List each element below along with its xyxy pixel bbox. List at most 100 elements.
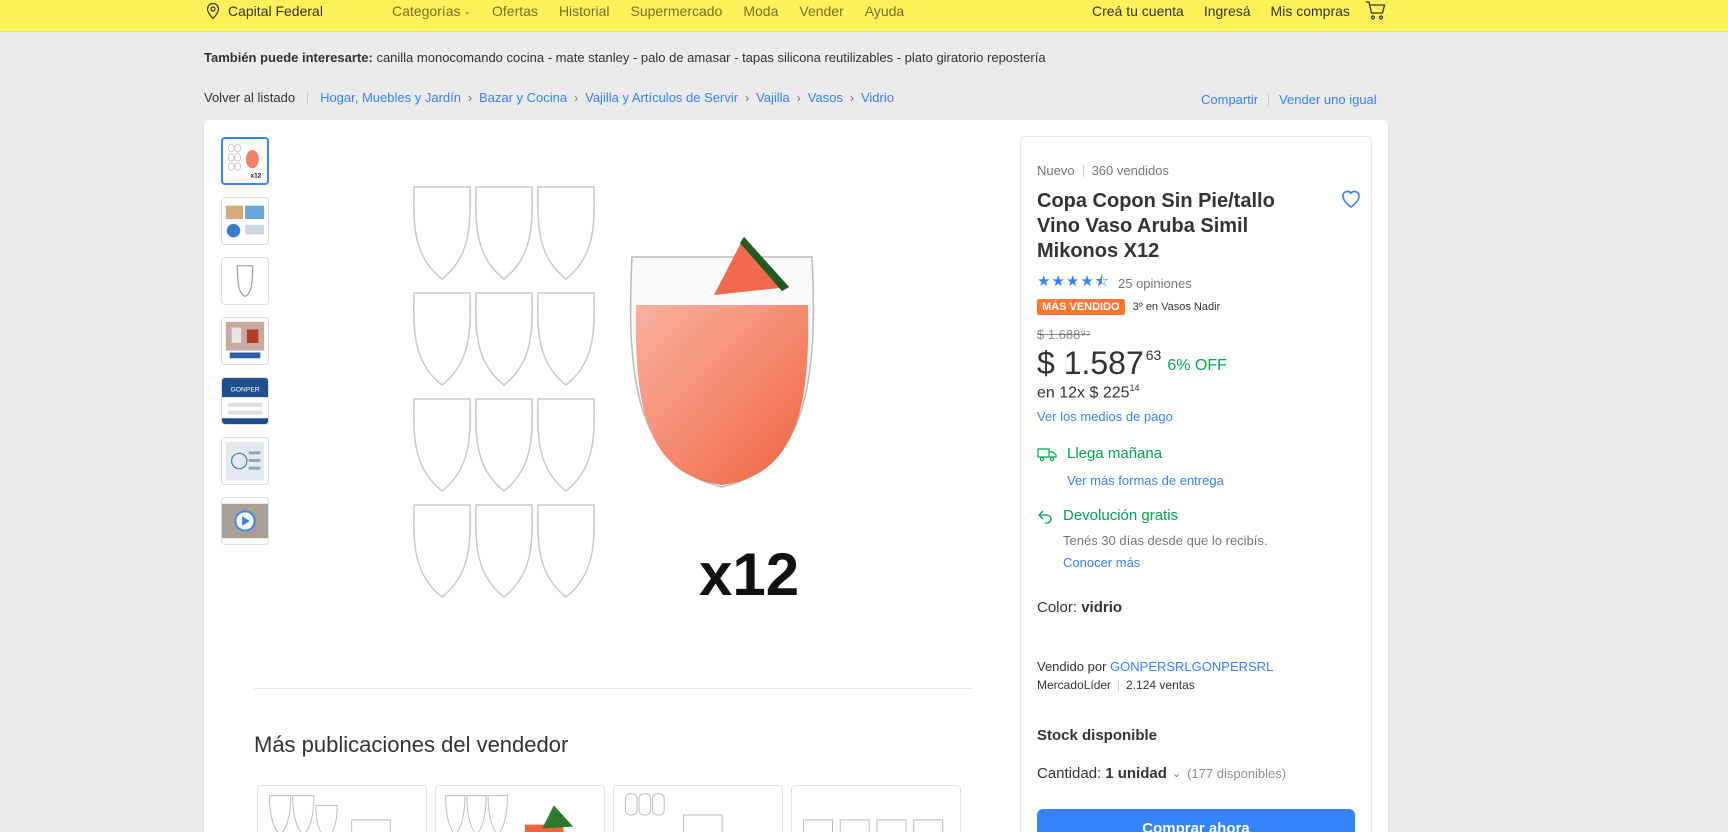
breadcrumb-item[interactable]: Hogar, Muebles y Jardín (320, 90, 461, 105)
main-product-image[interactable]: x12 (404, 185, 894, 605)
best-seller-badge: MÁS VENDIDO (1037, 299, 1125, 315)
current-price: $ 1.587 (1037, 345, 1144, 381)
divider (1118, 679, 1120, 691)
more-item-1[interactable] (257, 785, 427, 832)
discount-label: 6% OFF (1167, 357, 1227, 374)
stock-status: Stock disponible (1037, 727, 1158, 744)
nav-moda[interactable]: Moda (743, 1, 778, 21)
returns-learn-more-link[interactable]: Conocer más (1063, 555, 1140, 570)
nav-categorias[interactable]: Categorías ⌄ (392, 1, 471, 21)
returns-label: Devolución gratis (1063, 507, 1179, 524)
color-selector: Color: vidrio (1037, 599, 1122, 616)
chevron-right-icon: › (849, 90, 854, 105)
quantity-label: Cantidad: (1037, 765, 1102, 782)
sell-same-link[interactable]: Vender uno igual (1279, 92, 1377, 107)
share-actions: Compartir Vender uno igual (1201, 92, 1377, 107)
product-meta: Nuevo 360 vendidos (1037, 163, 1169, 178)
seller-reputation: MercadoLíder 2.124 ventas (1037, 678, 1195, 692)
svg-text:x12: x12 (251, 173, 262, 180)
returns-detail: Tenés 30 días desde que lo recibís. (1063, 533, 1268, 548)
divider (254, 688, 972, 689)
star-rating-icon: ★★★★⯪ (1037, 273, 1110, 290)
chevron-down-icon: ⌄ (1171, 768, 1182, 780)
shipping-info: Llega mañana (1037, 445, 1162, 462)
main-nav: Categorías ⌄ Ofertas Historial Supermerca… (392, 1, 904, 21)
nav-ayuda[interactable]: Ayuda (865, 1, 904, 21)
available-count: (177 disponibles) (1187, 766, 1287, 781)
payment-methods-link[interactable]: Ver los medios de pago (1037, 409, 1173, 424)
sold-count: 360 vendidos (1091, 163, 1169, 178)
price-row: $ 1.587 63 6% OFF (1037, 345, 1227, 381)
review-count: 25 opiniones (1118, 276, 1192, 291)
condition-label: Nuevo (1037, 163, 1075, 178)
thumbnail-4[interactable] (221, 317, 269, 365)
create-account-link[interactable]: Creá tu cuenta (1092, 3, 1184, 19)
my-purchases-link[interactable]: Mis compras (1271, 3, 1350, 19)
installments-cents: 14 (1129, 383, 1140, 393)
nav-label: Categorías (392, 3, 461, 19)
thumbnail-video[interactable] (221, 497, 269, 545)
breadcrumb-item[interactable]: Bazar y Cocina (479, 90, 567, 105)
svg-text:GONPER: GONPER (231, 386, 260, 393)
nav-vender[interactable]: Vender (799, 1, 843, 21)
more-from-seller-list (257, 785, 961, 832)
divider (1268, 92, 1270, 107)
more-item-3[interactable] (613, 785, 783, 832)
chevron-right-icon: › (467, 90, 472, 105)
seller-name-link[interactable]: GONPERSRLGONPERSRL (1110, 659, 1273, 674)
color-label: Color: (1037, 599, 1078, 616)
original-price: $ 1.688⁹⁷ (1037, 327, 1091, 342)
shipping-label: Llega mañana (1067, 445, 1163, 462)
location-pin-icon (206, 2, 220, 20)
thumbnail-3[interactable] (221, 257, 269, 305)
location-label: Capital Federal (228, 3, 323, 19)
return-arrow-icon (1038, 510, 1052, 524)
best-seller-row: MÁS VENDIDO 3º en Vasos Nadir (1037, 299, 1220, 315)
nav-historial[interactable]: Historial (559, 1, 610, 21)
share-link[interactable]: Compartir (1201, 92, 1258, 107)
chevron-right-icon: › (574, 90, 579, 105)
location-selector[interactable]: Capital Federal (204, 1, 323, 21)
seller-label: Vendido por (1037, 659, 1107, 674)
thumbnail-5[interactable]: GONPER (221, 377, 269, 425)
more-item-2[interactable] (435, 785, 605, 832)
chevron-right-icon: › (796, 90, 801, 105)
breadcrumb-item[interactable]: Vajilla (756, 90, 790, 105)
chevron-down-icon: ⌄ (463, 5, 472, 16)
quantity-selector[interactable]: Cantidad: 1 unidad ⌄ (177 disponibles) (1037, 765, 1286, 782)
buy-box: Nuevo 360 vendidos Copa Copon Sin Pie/ta… (1020, 136, 1372, 832)
seller-tier: MercadoLíder (1037, 678, 1112, 692)
breadcrumb-item[interactable]: Vasos (808, 90, 843, 105)
thumbnail-6[interactable] (221, 437, 269, 485)
login-link[interactable]: Ingresá (1204, 3, 1251, 19)
related-searches-label: También puede interesarte: (204, 50, 373, 65)
back-to-listing-link[interactable]: Volver al listado (204, 90, 295, 105)
color-value: vidrio (1081, 599, 1123, 616)
quantity-value: 1 unidad (1105, 765, 1167, 782)
installments-text: en 12x $ 225 (1037, 384, 1130, 402)
account-nav: Creá tu cuenta Ingresá Mis compras (1092, 1, 1350, 21)
divider (1082, 164, 1084, 177)
heart-icon[interactable] (1339, 187, 1363, 211)
breadcrumb: Volver al listado Hogar, Muebles y Jardí… (204, 90, 894, 105)
divider (307, 90, 309, 105)
rating[interactable]: ★★★★⯪ 25 opiniones (1037, 271, 1192, 296)
related-searches: También puede interesarte: canilla monoc… (204, 50, 1046, 65)
chevron-right-icon: › (745, 90, 750, 105)
breadcrumb-item[interactable]: Vajilla y Artículos de Servir (585, 90, 738, 105)
more-delivery-options-link[interactable]: Ver más formas de entrega (1067, 473, 1224, 488)
product-title: Copa Copon Sin Pie/tallo Vino Vaso Aruba… (1037, 190, 1275, 262)
seller-info: Vendido por GONPERSRLGONPERSRL (1037, 659, 1273, 674)
buy-now-button[interactable]: Comprar ahora (1037, 809, 1355, 832)
breadcrumb-item[interactable]: Vidrio (861, 90, 894, 105)
best-seller-rank[interactable]: 3º en Vasos Nadir (1133, 301, 1221, 313)
thumbnail-2[interactable] (221, 197, 269, 245)
thumbnail-list: x12 GONPER (221, 137, 269, 557)
thumbnail-1[interactable]: x12 (221, 137, 269, 185)
more-from-seller-title: Más publicaciones del vendedor (254, 732, 569, 757)
nav-ofertas[interactable]: Ofertas (492, 1, 538, 21)
cart-icon[interactable] (1365, 0, 1387, 22)
more-item-4[interactable] (791, 785, 961, 832)
related-searches-items[interactable]: canilla monocomando cocina - mate stanle… (376, 50, 1045, 65)
nav-supermercado[interactable]: Supermercado (631, 1, 723, 21)
